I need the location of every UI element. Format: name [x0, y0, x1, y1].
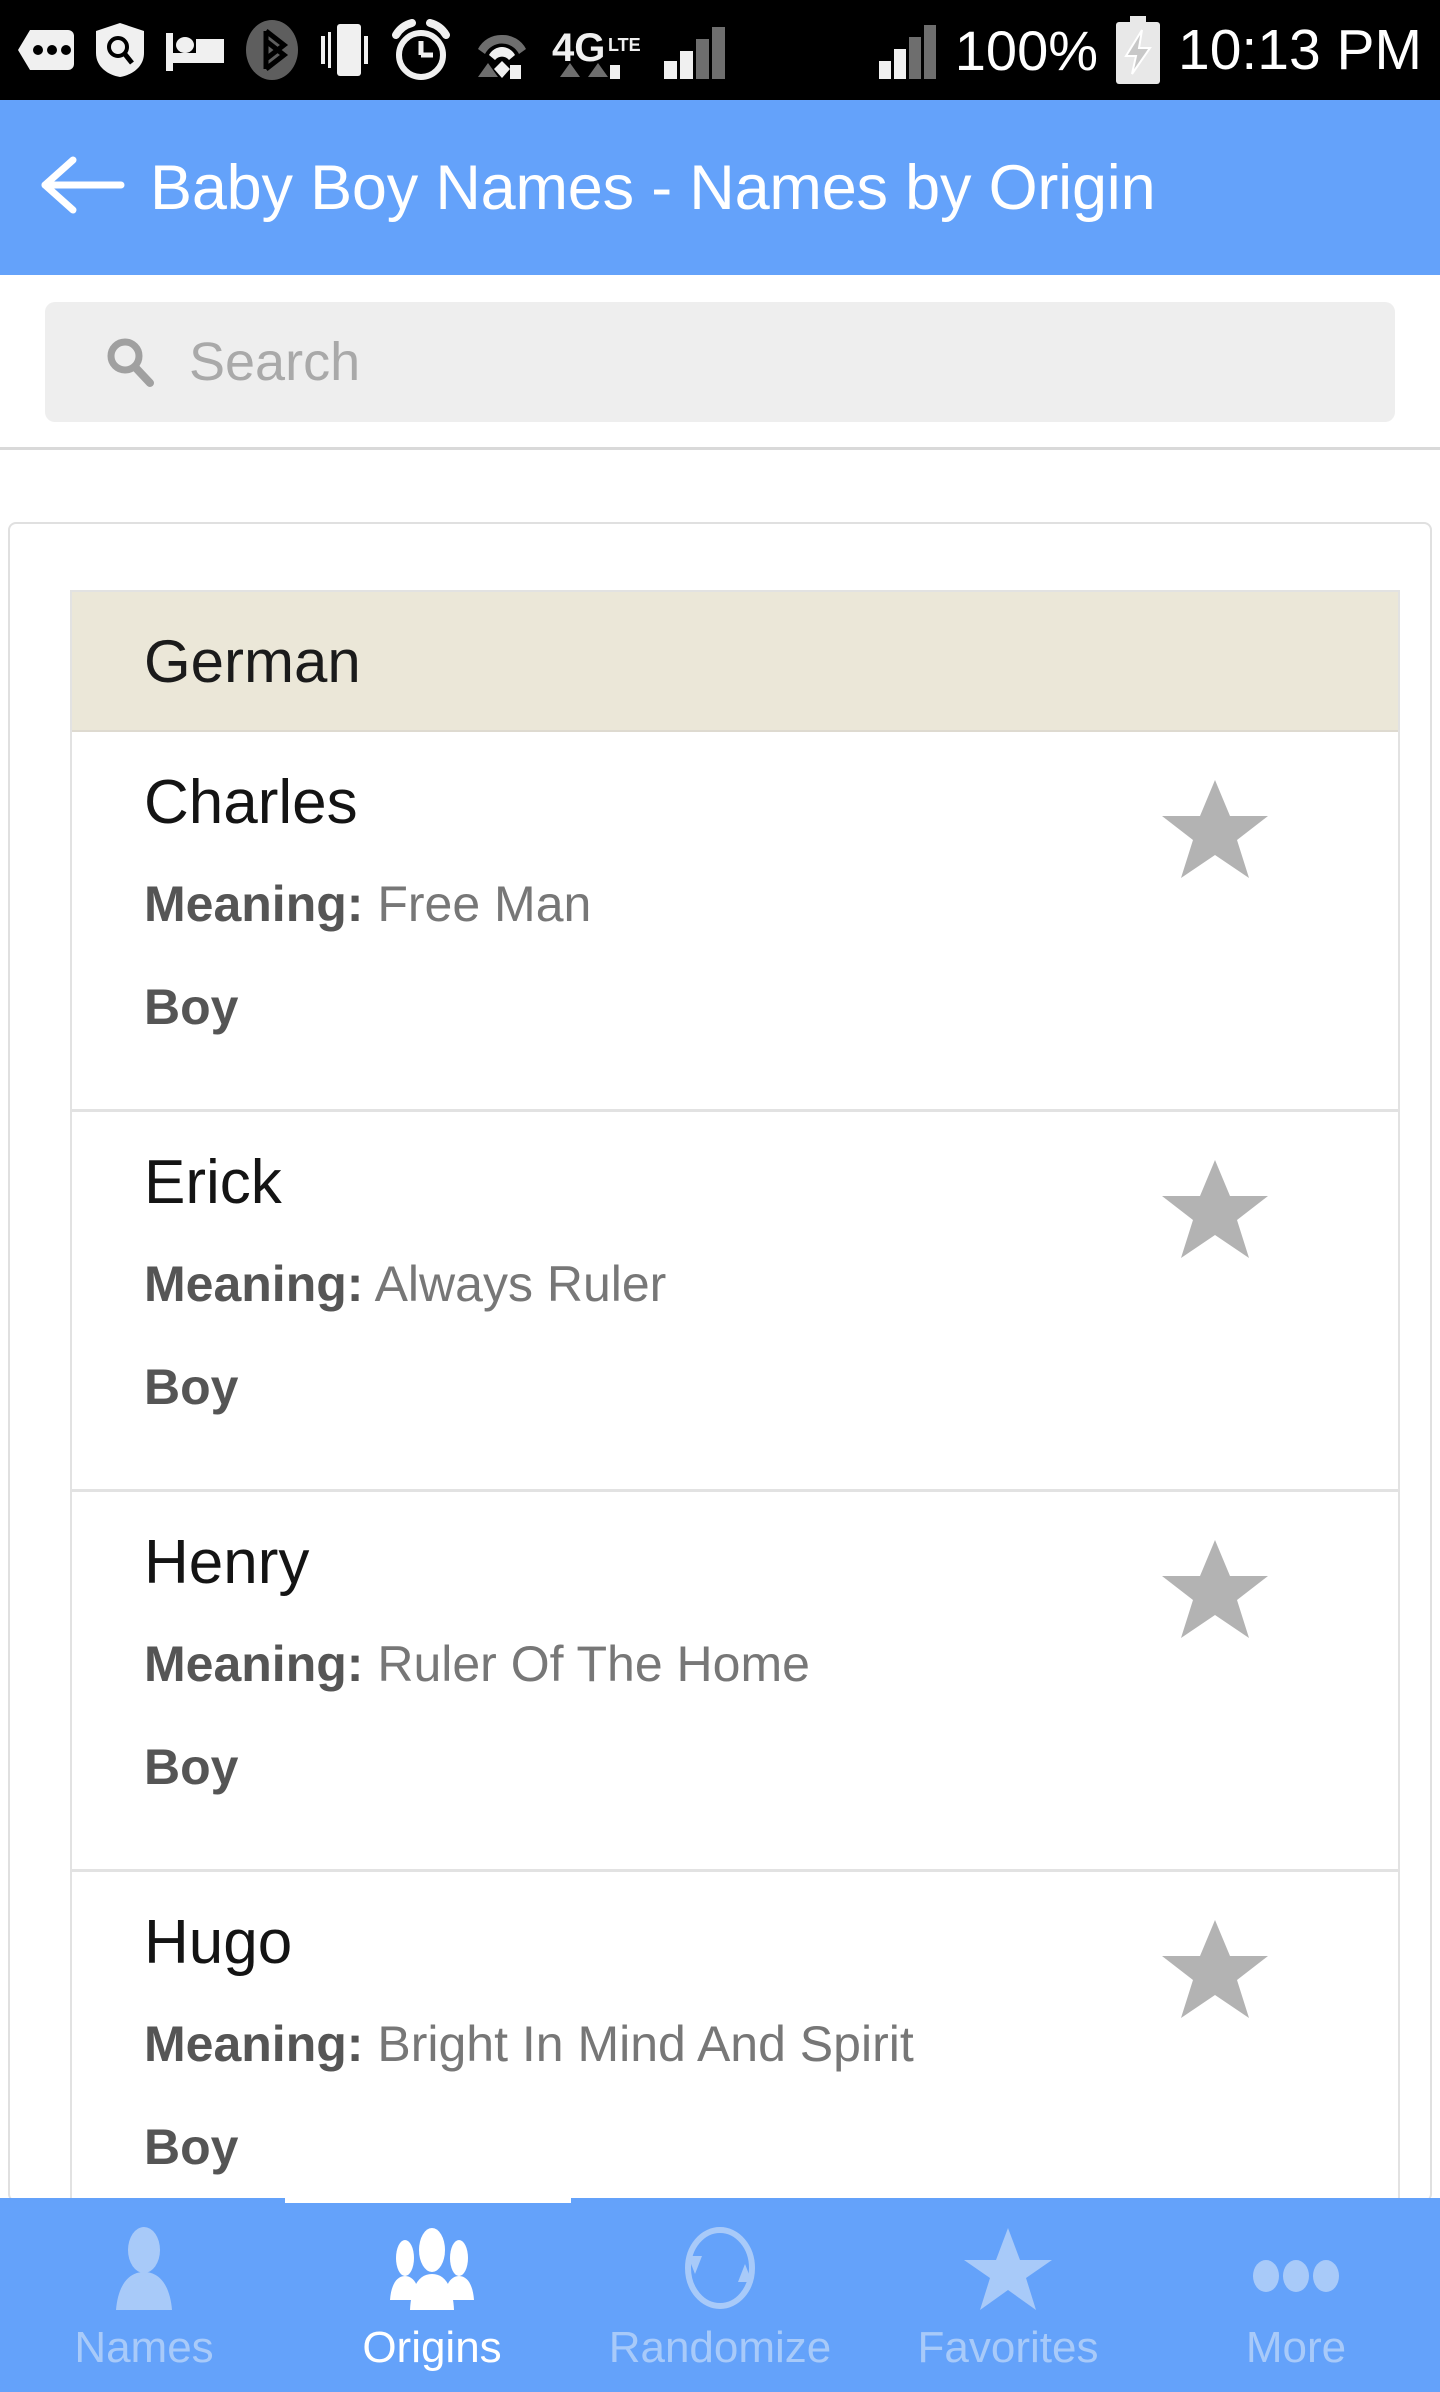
origin-section-header: German: [72, 592, 1398, 732]
names-list: German Charles Meaning: Free Man Boy Eri…: [70, 590, 1400, 2200]
refresh-icon: [676, 2226, 764, 2312]
table-row[interactable]: Henry Meaning: Ruler Of The Home Boy: [72, 1492, 1398, 1872]
tab-label-randomize: Randomize: [608, 2323, 832, 2372]
app-bar: Baby Boy Names - Names by Origin: [0, 100, 1440, 275]
meaning-label: Meaning:: [144, 1636, 364, 1692]
more-dots-icon: [1248, 2226, 1344, 2312]
tab-origins[interactable]: Origins: [288, 2198, 576, 2392]
people-icon: [387, 2226, 477, 2312]
bluetooth-icon: [244, 19, 300, 81]
name-gender: Boy: [144, 979, 239, 1035]
tab-label-favorites: Favorites: [917, 2323, 1099, 2372]
tab-names[interactable]: Names: [0, 2198, 288, 2392]
svg-text:LTE: LTE: [608, 35, 641, 55]
search-input[interactable]: Search: [45, 301, 1395, 422]
name-title: Charles: [144, 768, 358, 837]
name-gender: Boy: [144, 1739, 239, 1795]
meaning-value: Free Man: [377, 876, 592, 932]
page-title: Baby Boy Names - Names by Origin: [150, 152, 1156, 223]
active-tab-indicator: [285, 2189, 571, 2203]
name-title: Erick: [144, 1148, 282, 1217]
alarm-clock-icon: [390, 19, 452, 81]
meaning-value: Bright In Mind And Spirit: [377, 2016, 914, 2072]
cellular-signal-icon: [662, 21, 740, 79]
vibrate-icon: [318, 20, 372, 80]
meaning-label: Meaning:: [144, 1256, 364, 1312]
status-bar-left-icons: 4G LTE: [10, 19, 740, 81]
tab-label-names: Names: [74, 2323, 214, 2372]
security-shield-icon: [94, 21, 146, 79]
back-arrow-icon: [37, 152, 127, 223]
name-title: Henry: [144, 1528, 310, 1597]
status-bar: 4G LTE 100% 10:13 PM: [0, 0, 1440, 100]
name-gender: Boy: [144, 2119, 239, 2175]
name-title: Hugo: [144, 1908, 293, 1977]
tab-label-more: More: [1245, 2323, 1347, 2372]
favorite-star-icon[interactable]: [1160, 1918, 1270, 2023]
messages-icon: [10, 26, 76, 74]
bed-icon: [164, 27, 226, 73]
svg-text:4G: 4G: [552, 26, 605, 70]
search-icon: [103, 335, 157, 389]
favorite-star-icon[interactable]: [1160, 1158, 1270, 1263]
tab-label-origins: Origins: [362, 2323, 502, 2372]
meaning-value: Ruler Of The Home: [377, 1636, 810, 1692]
name-meaning: Meaning: Always Ruler: [144, 1259, 666, 1309]
favorite-star-icon[interactable]: [1160, 778, 1270, 883]
wifi-icon: [470, 21, 534, 79]
battery-percent-label: 100%: [954, 18, 1099, 82]
status-bar-right: 100% 10:13 PM: [877, 16, 1440, 84]
table-row[interactable]: Hugo Meaning: Bright In Mind And Spirit …: [72, 1872, 1398, 2200]
tab-favorites[interactable]: Favorites: [864, 2198, 1152, 2392]
clock-label: 10:13 PM: [1178, 18, 1422, 82]
table-row[interactable]: Charles Meaning: Free Man Boy: [72, 732, 1398, 1112]
battery-charging-icon: [1112, 16, 1164, 84]
meaning-value: Always Ruler: [374, 1256, 667, 1312]
name-gender: Boy: [144, 1359, 239, 1415]
names-card: German Charles Meaning: Free Man Boy Eri…: [8, 522, 1432, 2202]
name-meaning: Meaning: Bright In Mind And Spirit: [144, 2019, 914, 2069]
search-bar-container: Search: [0, 275, 1440, 448]
search-placeholder: Search: [189, 331, 361, 392]
star-icon: [962, 2226, 1054, 2312]
meaning-label: Meaning:: [144, 2016, 364, 2072]
cellular-signal-icon-2: [877, 21, 941, 79]
name-meaning: Meaning: Free Man: [144, 879, 591, 929]
bottom-navigation-bar: Names Origins Randomize Favorites More: [0, 2198, 1440, 2392]
origin-section-label: German: [144, 627, 361, 695]
search-divider: [0, 447, 1440, 450]
table-row[interactable]: Erick Meaning: Always Ruler Boy: [72, 1112, 1398, 1492]
person-icon: [108, 2226, 180, 2312]
tab-more[interactable]: More: [1152, 2198, 1440, 2392]
meaning-label: Meaning:: [144, 876, 364, 932]
name-meaning: Meaning: Ruler Of The Home: [144, 1639, 810, 1689]
back-button[interactable]: [22, 128, 142, 248]
4g-lte-icon: 4G LTE: [552, 21, 644, 79]
tab-randomize[interactable]: Randomize: [576, 2198, 864, 2392]
favorite-star-icon[interactable]: [1160, 1538, 1270, 1643]
